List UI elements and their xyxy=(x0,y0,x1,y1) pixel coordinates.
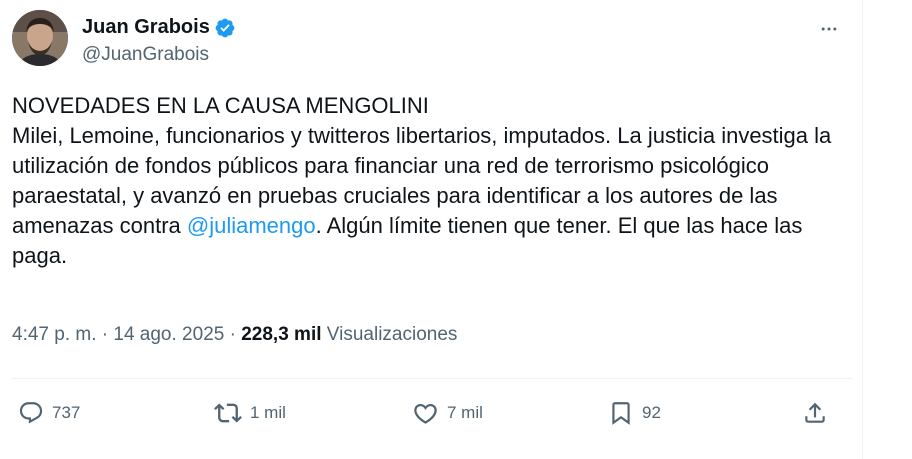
avatar-image xyxy=(12,10,68,66)
mention-link[interactable]: @juliamengo xyxy=(187,213,316,238)
tweet-header: Juan Grabois @JuanGrabois xyxy=(12,10,852,66)
share-icon xyxy=(805,402,825,423)
divider xyxy=(12,378,852,379)
more-button[interactable] xyxy=(812,12,846,46)
action-bar: 737 1 mil 7 mil 92 xyxy=(12,392,842,434)
tweet-meta: 4:47 p. m. · 14 ago. 2025 · 228,3 mil Vi… xyxy=(12,324,457,346)
share-button[interactable] xyxy=(802,392,828,434)
repost-count: 1 mil xyxy=(250,403,286,422)
avatar[interactable] xyxy=(12,10,68,66)
meta-separator: · xyxy=(229,324,236,345)
bookmark-count: 92 xyxy=(642,403,661,422)
bookmark-button[interactable]: 92 xyxy=(608,392,661,434)
like-button[interactable]: 7 mil xyxy=(412,392,483,434)
bookmark-icon xyxy=(612,402,630,425)
heart-icon xyxy=(414,403,437,424)
repost-icon xyxy=(214,403,242,423)
like-count: 7 mil xyxy=(447,403,483,422)
meta-separator: · xyxy=(101,324,109,345)
views-label: Visualizaciones xyxy=(326,324,458,345)
reply-button[interactable]: 737 xyxy=(18,392,80,434)
reply-count: 737 xyxy=(52,403,81,422)
repost-button[interactable]: 1 mil xyxy=(214,392,286,434)
verified-badge-icon[interactable] xyxy=(214,17,236,39)
tweet-headline: NOVEDADES EN LA CAUSA MENGOLINI xyxy=(12,93,429,118)
author-name[interactable]: Juan Grabois xyxy=(82,16,236,39)
tweet-text: NOVEDADES EN LA CAUSA MENGOLINI Milei, L… xyxy=(12,91,852,271)
more-icon xyxy=(821,27,837,31)
views-count: 228,3 mil xyxy=(241,324,322,345)
tweet-paragraph: Milei, Lemoine, funcionarios y twitteros… xyxy=(12,121,852,271)
author-name-text[interactable]: Juan Grabois xyxy=(82,16,210,39)
tweet-date[interactable]: 14 ago. 2025 xyxy=(113,324,224,345)
author-handle[interactable]: @JuanGrabois xyxy=(82,44,209,66)
tweet-card: Juan Grabois @JuanGrabois NOVEDADES EN L… xyxy=(0,0,862,459)
tweet-time[interactable]: 4:47 p. m. xyxy=(12,324,97,345)
reply-icon xyxy=(19,402,43,424)
column-divider xyxy=(862,0,863,459)
